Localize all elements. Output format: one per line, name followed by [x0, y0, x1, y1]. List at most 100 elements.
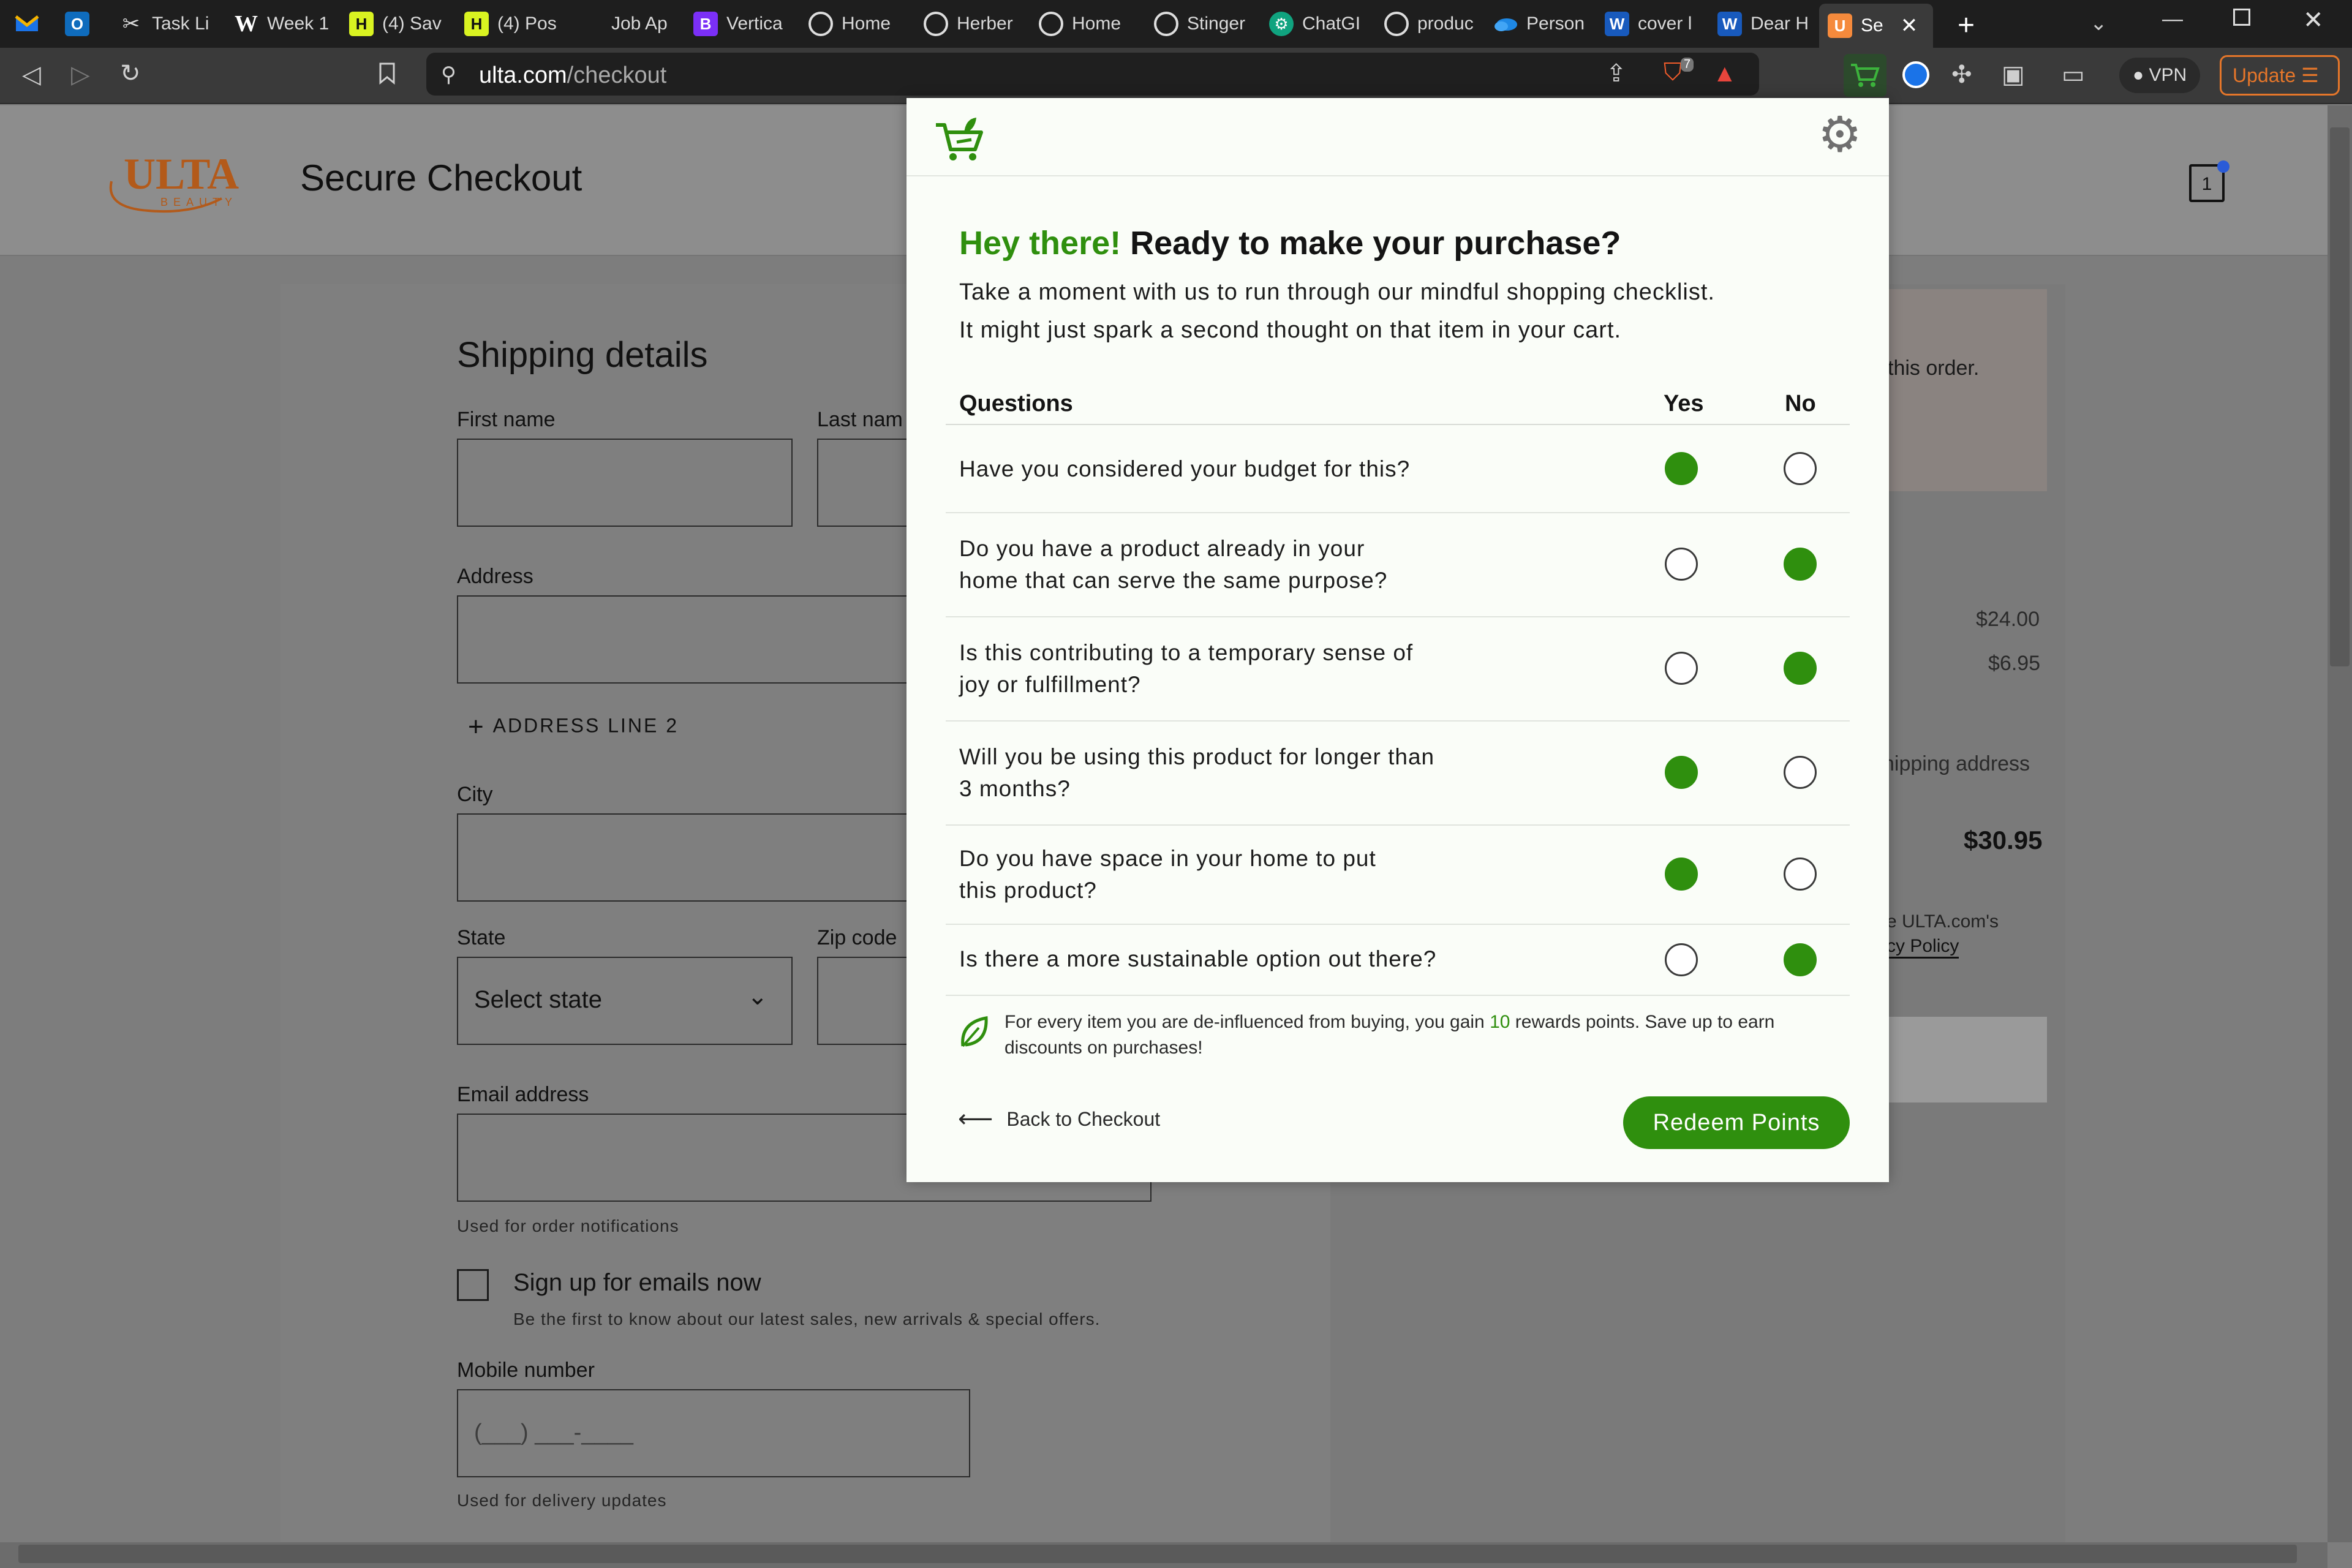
wallet-icon[interactable]: ▭	[2062, 62, 2085, 87]
yes-radio[interactable]	[1665, 858, 1698, 891]
mail-icon	[15, 12, 39, 36]
back-to-checkout-link[interactable]: ⟵ Back to Checkout	[958, 1105, 1160, 1133]
browser-tab[interactable]: ⚙ ChatGI	[1261, 5, 1370, 43]
no-radio[interactable]	[1784, 548, 1817, 581]
browser-tab[interactable]: H (4) Sav	[341, 5, 450, 43]
mindful-shopping-modal: ⚙ Hey there! Ready to make your purchase…	[907, 98, 1889, 1182]
close-window-icon[interactable]: ✕	[2303, 6, 2324, 34]
yes-radio[interactable]	[1665, 652, 1698, 685]
no-radio[interactable]	[1784, 943, 1817, 976]
browser-tab[interactable]: W Dear H	[1709, 5, 1818, 43]
update-button[interactable]: Update ☰	[2220, 55, 2340, 96]
no-radio[interactable]	[1784, 452, 1817, 485]
bookmark-icon[interactable]	[379, 62, 396, 89]
password-manager-icon[interactable]	[1902, 61, 1929, 88]
browser-tab[interactable]: Home	[800, 5, 909, 43]
forward-icon[interactable]: ▷	[71, 62, 90, 87]
browser-tab[interactable]	[6, 5, 49, 43]
browser-tab[interactable]: W cover l	[1596, 5, 1705, 43]
browser-tab[interactable]: Herber	[915, 5, 1024, 43]
signup-hint: Be the first to know about our latest sa…	[513, 1310, 1101, 1329]
close-tab-icon[interactable]: ✕	[1901, 13, 1918, 38]
question-text: Will you be using this product for longe…	[959, 744, 1435, 801]
intro-line-1: Take a moment with us to run through our…	[959, 279, 1715, 305]
question-text: Is there a more sustainable option out t…	[959, 946, 1437, 971]
tab-search-chevron-icon[interactable]: ⌄	[2090, 11, 2108, 36]
extensions-icon[interactable]: ✣	[1951, 62, 1972, 87]
share-icon[interactable]: ⇪	[1606, 61, 1627, 86]
brave-shields-icon[interactable]: ⛉	[1664, 60, 1682, 85]
question-text: Do you have space in your home to put th…	[959, 846, 1376, 903]
globe-icon	[1154, 12, 1178, 36]
address-field[interactable]	[457, 595, 909, 684]
chevron-down-icon: ⌄	[747, 983, 768, 1010]
shipping-title: Shipping details	[457, 335, 708, 375]
address-bar[interactable]: ⚲ ulta.com/checkout ⇪ ⛉ 7 ▲	[426, 53, 1759, 96]
no-radio[interactable]	[1784, 756, 1817, 789]
yes-radio[interactable]	[1665, 452, 1698, 485]
email-hint: Used for order notifications	[457, 1216, 679, 1235]
globe-icon	[809, 12, 833, 36]
handshake-icon: H	[349, 12, 374, 36]
browser-tab[interactable]: B Vertica	[685, 5, 794, 43]
gear-icon[interactable]: ⚙	[1818, 110, 1862, 159]
browser-tab[interactable]: W Week 1	[225, 5, 334, 43]
ulta-logo[interactable]: ULTA BEAUTY	[99, 149, 252, 217]
reload-icon[interactable]: ↻	[120, 61, 141, 86]
state-select[interactable]: Select state ⌄	[457, 957, 793, 1045]
browser-tab[interactable]: O	[56, 5, 104, 43]
new-tab-icon[interactable]: +	[1958, 9, 1975, 42]
browser-tab[interactable]: Person	[1485, 5, 1594, 43]
modal-greeting: Hey there! Ready to make your purchase?	[959, 225, 1621, 262]
browser-tab[interactable]: Job Ap	[603, 5, 682, 43]
first-name-field[interactable]	[457, 439, 793, 527]
question-text: Have you considered your budget for this…	[959, 456, 1411, 481]
browser-tab[interactable]: Stinger	[1145, 5, 1254, 43]
zip-field[interactable]	[817, 957, 909, 1045]
state-label: State	[457, 926, 506, 949]
signup-label: Sign up for emails now	[513, 1269, 761, 1296]
yes-column-header: Yes	[1664, 391, 1704, 417]
svg-text:ULTA: ULTA	[124, 149, 239, 198]
question-row: Will you be using this product for longe…	[946, 722, 1850, 826]
minimize-icon[interactable]: —	[2162, 7, 2183, 31]
shipping-address-text: hipping address	[1883, 752, 2030, 775]
back-icon[interactable]: ◁	[22, 62, 41, 87]
first-name-label: First name	[457, 408, 556, 431]
browser-tab[interactable]: H (4) Pos	[456, 5, 565, 43]
add-address-line2-button[interactable]: + ADDRESS LINE 2	[468, 712, 679, 742]
rewards-info-text: For every item you are de-influenced fro…	[1005, 1012, 1775, 1058]
shopping-cart-icon	[1851, 64, 1880, 87]
last-name-field[interactable]	[817, 439, 909, 527]
sidebar-icon[interactable]: ▣	[2002, 62, 2025, 87]
vpn-button[interactable]: ● VPN	[2119, 58, 2201, 93]
onedrive-icon	[1493, 12, 1518, 36]
browser-tab[interactable]: produc	[1376, 5, 1485, 43]
cart-leaf-logo-icon	[933, 115, 985, 167]
promo-text: this order.	[1888, 356, 1980, 380]
no-radio[interactable]	[1784, 652, 1817, 685]
ulta-icon: U	[1828, 13, 1852, 38]
no-radio[interactable]	[1784, 858, 1817, 891]
vertical-scroll-thumb[interactable]	[2330, 127, 2350, 666]
redeem-points-button[interactable]: Redeem Points	[1623, 1096, 1850, 1149]
yes-radio[interactable]	[1665, 548, 1698, 581]
browser-tab[interactable]: ✂ Task Li	[110, 5, 219, 43]
yes-radio[interactable]	[1665, 943, 1698, 976]
yes-radio[interactable]	[1665, 756, 1698, 789]
brave-rewards-icon[interactable]: ▲	[1713, 61, 1737, 86]
mobile-field[interactable]: (___) ___-____	[457, 1389, 970, 1477]
outlook-icon: O	[65, 12, 89, 36]
site-settings-icon[interactable]: ⚲	[441, 62, 456, 87]
privacy-policy-link[interactable]: cy Policy	[1887, 936, 1959, 959]
page-title: Secure Checkout	[300, 157, 582, 198]
browser-tab[interactable]: Home	[1030, 5, 1139, 43]
restore-icon[interactable]	[2233, 9, 2250, 26]
extension-cart-button[interactable]	[1844, 54, 1887, 97]
city-field[interactable]	[457, 813, 909, 902]
browser-tab-active[interactable]: U Se ✕	[1819, 4, 1933, 48]
total-value: $30.95	[1964, 826, 2043, 854]
horizontal-scroll-thumb[interactable]	[18, 1545, 2297, 1563]
intro-line-2: It might just spark a second thought on …	[959, 317, 1622, 343]
signup-checkbox[interactable]	[457, 1269, 489, 1301]
